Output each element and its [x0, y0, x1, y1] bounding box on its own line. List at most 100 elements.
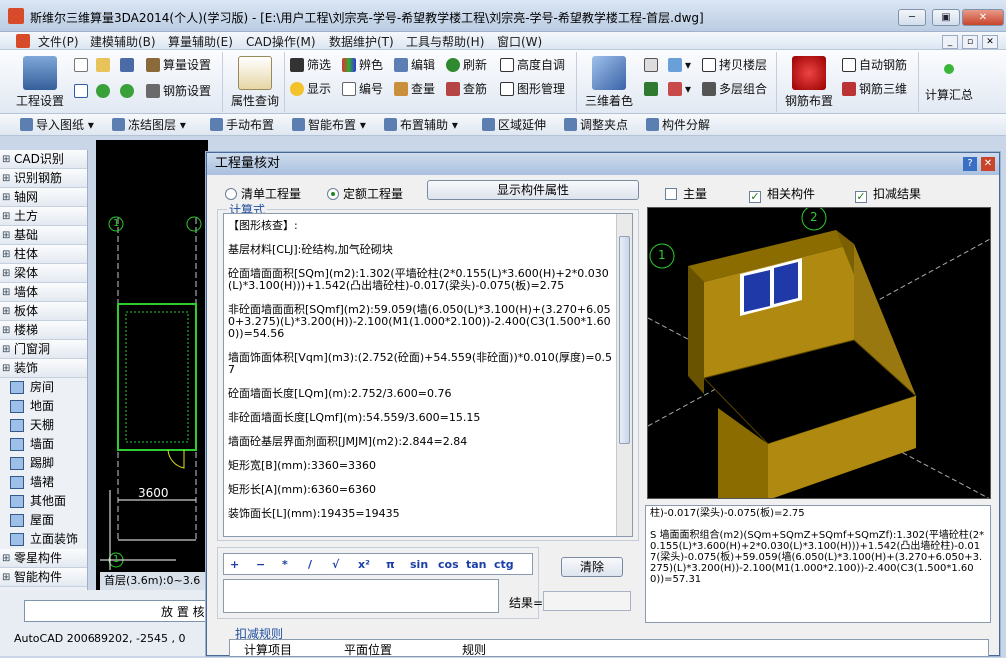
view-dropdown-button[interactable]: ▾	[668, 56, 691, 74]
sidebar-cat-misc[interactable]: 零星构件	[0, 549, 87, 568]
quantity-settings-button[interactable]: 算量设置	[146, 56, 211, 74]
divide-key[interactable]: /	[308, 558, 312, 571]
sidebar-item-other-surface[interactable]: 其他面	[0, 492, 87, 511]
quota-quantity-radio[interactable]: 定额工程量	[327, 185, 403, 202]
elevation-adjust-button[interactable]: 高度自调	[500, 56, 565, 74]
text-button[interactable]	[74, 82, 91, 100]
command-line-input[interactable]: 放 置 核	[24, 600, 206, 622]
sidebar-cat-cad[interactable]: CAD识别	[0, 150, 87, 169]
sidebar-cat-stair[interactable]: 楼梯	[0, 321, 87, 340]
sidebar-cat-beam[interactable]: 梁体	[0, 264, 87, 283]
copy-floor-button[interactable]: 拷贝楼层	[702, 56, 767, 74]
sin-key[interactable]: sin	[410, 558, 428, 571]
sidebar-item-ceiling[interactable]: 天棚	[0, 416, 87, 435]
square-key[interactable]: x²	[358, 558, 370, 571]
graphic-management-button[interactable]: 图形管理	[500, 80, 565, 98]
help-icon[interactable]: ?	[963, 157, 977, 171]
layout-assist-button[interactable]: 布置辅助 ▾	[384, 116, 458, 133]
rebar-settings-button[interactable]: 钢筋设置	[146, 82, 211, 100]
formula-scrollbar[interactable]	[616, 214, 632, 536]
mdi-close-icon[interactable]: ✕	[982, 35, 998, 49]
cad-drawing-area[interactable]: 1 1 3600 首层(3.6m):0~3.6	[96, 140, 208, 590]
close-button[interactable]: ✕	[962, 9, 1004, 26]
sidebar-item-floor[interactable]: 地面	[0, 397, 87, 416]
rotate-button[interactable]	[644, 80, 661, 98]
manual-layout-button[interactable]: 手动布置	[210, 116, 274, 133]
sidebar-item-facade-decoration[interactable]: 立面装饰	[0, 530, 87, 549]
result-textbox[interactable]: 柱)-0.017(梁头)-0.075(板)=2.75 S 墙面面积组合(m2)(…	[645, 505, 991, 623]
mdi-minimize-icon[interactable]: _	[942, 35, 958, 49]
sidebar-item-roof[interactable]: 屋面	[0, 511, 87, 530]
multi-floor-button[interactable]: 多层组合	[702, 80, 767, 98]
color-distinguish-button[interactable]: 辨色	[342, 56, 383, 74]
box-view-button[interactable]	[644, 56, 661, 74]
rebar-3d-button[interactable]: 钢筋三维	[842, 80, 907, 98]
smart-layout-button[interactable]: 智能布置 ▾	[292, 116, 366, 133]
show-attributes-button[interactable]: 显示构件属性	[427, 180, 639, 200]
mdi-restore-icon[interactable]: ▫	[962, 35, 978, 49]
project-settings-button[interactable]: 工程设置	[14, 56, 66, 109]
sidebar-cat-column[interactable]: 柱体	[0, 245, 87, 264]
clear-button[interactable]: 清除	[561, 557, 623, 577]
refresh-button[interactable]: 刷新	[446, 56, 487, 74]
formula-textbox[interactable]: 【图形核查】: 基层材料[CLJ]:砼结构,加气砼砌块 砼面墙面面积[SQm](m2…	[223, 213, 633, 537]
sidebar-cat-foundation[interactable]: 基础	[0, 226, 87, 245]
edit-button[interactable]: 编辑	[394, 56, 435, 74]
deduct-rules-table[interactable]: 计算项目 平面位置 规则	[229, 639, 989, 657]
color-3d-button[interactable]: 三维着色	[582, 56, 636, 109]
open-button[interactable]	[96, 56, 113, 74]
sidebar-cat-slab[interactable]: 板体	[0, 302, 87, 321]
sidebar-cat-earthwork[interactable]: 土方	[0, 207, 87, 226]
sidebar-cat-rebar-recognize[interactable]: 识别钢筋	[0, 169, 87, 188]
new-file-button[interactable]	[74, 56, 91, 74]
bill-quantity-radio[interactable]: 清单工程量	[225, 185, 301, 202]
sidebar-item-dado[interactable]: 墙裙	[0, 473, 87, 492]
dialog-close-icon[interactable]: ✕	[981, 157, 995, 171]
redo-button[interactable]	[120, 82, 137, 100]
component-decompose-button[interactable]: 构件分解	[646, 116, 710, 133]
sidebar-cat-wall[interactable]: 墙体	[0, 283, 87, 302]
menu-cad[interactable]: CAD操作(M)	[246, 33, 316, 50]
adjust-grip-button[interactable]: 调整夹点	[564, 116, 628, 133]
display-button[interactable]: 显示	[290, 80, 331, 98]
pi-key[interactable]: π	[386, 558, 395, 571]
rebar-layout-button[interactable]: 钢筋布置	[782, 56, 836, 109]
number-button[interactable]: 编号	[342, 80, 383, 98]
expression-input[interactable]	[223, 579, 499, 613]
menu-quantity[interactable]: 算量辅助(E)	[168, 33, 233, 50]
tan-key[interactable]: tan	[466, 558, 487, 571]
deduct-result-checkbox[interactable]: ✓ 扣减结果	[855, 185, 921, 203]
check-rebar-button[interactable]: 查筋	[446, 80, 487, 98]
floor-tab[interactable]: 首层(3.6m):0~3.6	[100, 572, 208, 590]
menu-tools[interactable]: 工具与帮助(H)	[406, 33, 484, 50]
import-drawing-button[interactable]: 导入图纸 ▾	[20, 116, 94, 133]
light-dropdown-button[interactable]: ▾	[668, 80, 691, 98]
menu-data[interactable]: 数据维护(T)	[329, 33, 394, 50]
menu-window[interactable]: 窗口(W)	[497, 33, 542, 50]
menu-modeling[interactable]: 建模辅助(B)	[90, 33, 156, 50]
undo-button[interactable]	[96, 82, 113, 100]
plus-key[interactable]: +	[230, 558, 239, 571]
sidebar-item-wall-surface[interactable]: 墙面	[0, 435, 87, 454]
multiply-key[interactable]: *	[282, 558, 288, 571]
calc-summary-button[interactable]: 计算汇总	[922, 64, 976, 103]
sidebar-cat-smart[interactable]: 智能构件	[0, 568, 87, 587]
sidebar-cat-axis[interactable]: 轴网	[0, 188, 87, 207]
save-button[interactable]	[120, 56, 137, 74]
minus-key[interactable]: −	[256, 558, 265, 571]
3d-view[interactable]: 1 2	[647, 207, 991, 499]
sqrt-key[interactable]: √	[332, 558, 339, 571]
related-components-checkbox[interactable]: ✓ 相关构件	[749, 185, 815, 203]
filter-button[interactable]: 筛选	[290, 56, 331, 74]
minimize-button[interactable]: ─	[898, 9, 926, 26]
sidebar-cat-decoration[interactable]: 装饰	[0, 359, 87, 378]
area-extend-button[interactable]: 区域延伸	[482, 116, 546, 133]
attribute-query-button[interactable]: 属性查询	[228, 56, 282, 109]
main-quantity-checkbox[interactable]: 主量	[665, 185, 707, 202]
auto-rebar-button[interactable]: 自动钢筋	[842, 56, 907, 74]
ctg-key[interactable]: ctg	[494, 558, 514, 571]
sidebar-item-skirting[interactable]: 踢脚	[0, 454, 87, 473]
scroll-thumb[interactable]	[619, 236, 630, 444]
freeze-layer-button[interactable]: 冻结图层 ▾	[112, 116, 186, 133]
menu-file[interactable]: 文件(P)	[38, 33, 79, 50]
